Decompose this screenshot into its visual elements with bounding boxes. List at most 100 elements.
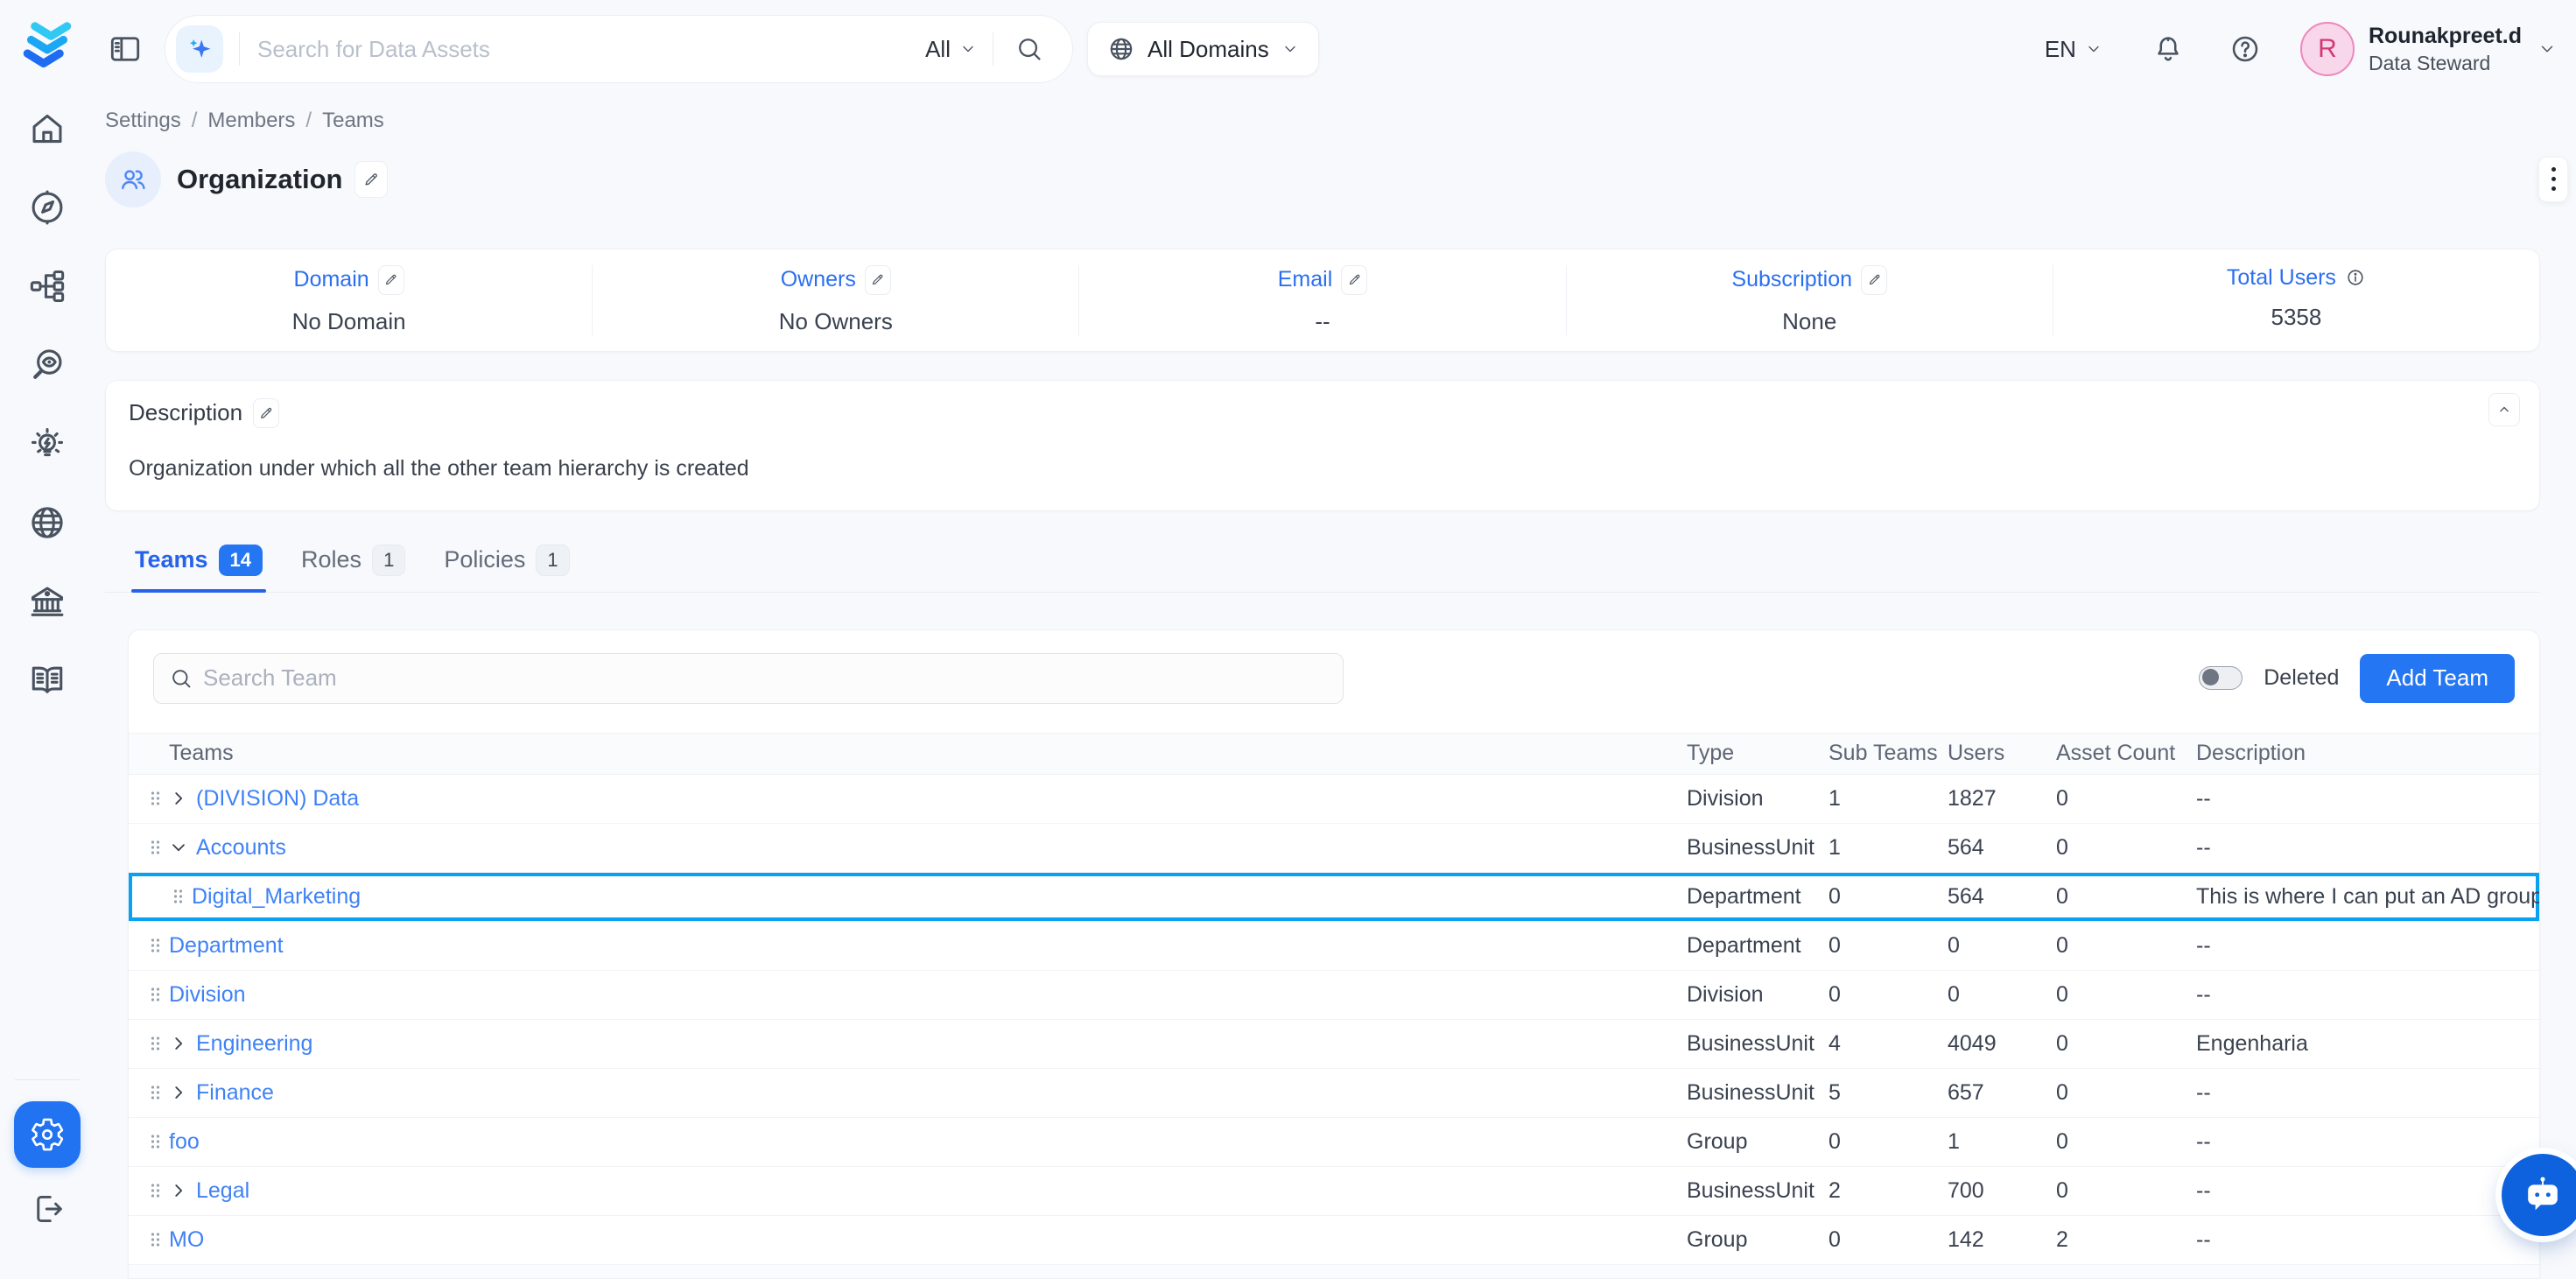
expand-chevron-icon[interactable] bbox=[169, 1034, 188, 1053]
info-icon bbox=[2345, 267, 2366, 288]
sidebar-item-hierarchy[interactable] bbox=[27, 266, 67, 306]
sidebar-item-home[interactable] bbox=[27, 109, 67, 149]
edit-title-button[interactable] bbox=[354, 161, 388, 198]
team-sub-teams: 0 bbox=[1807, 1129, 1927, 1155]
sidebar-item-settings[interactable] bbox=[14, 1101, 81, 1168]
teams-panel: Deleted Add Team TeamsTypeSub TeamsUsers… bbox=[128, 629, 2540, 1279]
all-domains-dropdown[interactable]: All Domains bbox=[1087, 22, 1319, 76]
team-link[interactable]: Division bbox=[169, 982, 246, 1008]
team-sub-teams: 0 bbox=[1807, 884, 1927, 910]
sidebar-item-explore[interactable] bbox=[27, 187, 67, 228]
tab-count-badge: 1 bbox=[372, 545, 405, 576]
team-description: -- bbox=[2175, 1129, 2539, 1155]
expand-chevron-icon[interactable] bbox=[169, 789, 188, 808]
team-description: -- bbox=[2175, 982, 2539, 1008]
team-asset-count: 2 bbox=[2035, 1227, 2175, 1253]
team-link[interactable]: Engineering bbox=[196, 1031, 312, 1057]
divider bbox=[239, 32, 240, 66]
team-type: Department bbox=[1666, 933, 1807, 959]
team-search-input[interactable] bbox=[153, 653, 1344, 704]
breadcrumb-separator: / bbox=[192, 109, 198, 133]
tab-label: Policies bbox=[444, 546, 525, 573]
sidebar-nav bbox=[27, 109, 67, 700]
chevron-down-icon[interactable] bbox=[2537, 39, 2557, 59]
drag-handle-icon[interactable] bbox=[150, 1182, 161, 1199]
expand-chevron-icon[interactable] bbox=[169, 1083, 188, 1102]
drag-handle-icon[interactable] bbox=[150, 790, 161, 807]
edit-description-button[interactable] bbox=[253, 398, 279, 428]
logout-button[interactable] bbox=[27, 1189, 67, 1229]
add-team-button[interactable]: Add Team bbox=[2360, 654, 2515, 703]
team-link[interactable]: Legal bbox=[196, 1178, 249, 1204]
chatbot-button[interactable] bbox=[2502, 1154, 2576, 1236]
team-asset-count: 0 bbox=[2035, 884, 2175, 910]
drag-handle-icon[interactable] bbox=[172, 888, 184, 905]
drag-handle-icon[interactable] bbox=[150, 1133, 161, 1150]
team-asset-count: 0 bbox=[2035, 835, 2175, 861]
logout-icon bbox=[28, 1190, 67, 1228]
sidebar-item-govern[interactable] bbox=[27, 581, 67, 622]
team-link[interactable]: Finance bbox=[196, 1080, 274, 1106]
user-info[interactable]: Rounakpreet.d Data Steward bbox=[2369, 24, 2522, 74]
tab-roles[interactable]: Roles 1 bbox=[298, 539, 409, 592]
drag-handle-icon[interactable] bbox=[150, 1084, 161, 1101]
tab-policies[interactable]: Policies 1 bbox=[440, 539, 572, 592]
sidebar-item-glossary[interactable] bbox=[27, 660, 67, 700]
teams-table: TeamsTypeSub TeamsUsersAsset CountDescri… bbox=[129, 733, 2539, 1279]
breadcrumb-item-teams[interactable]: Teams bbox=[322, 109, 384, 133]
drag-handle-icon[interactable] bbox=[150, 839, 161, 856]
search-scope-dropdown[interactable]: All bbox=[925, 36, 977, 63]
table-header: TeamsTypeSub TeamsUsersAsset CountDescri… bbox=[129, 733, 2539, 775]
drag-handle-icon[interactable] bbox=[150, 937, 161, 954]
stat-edit-button[interactable] bbox=[378, 265, 404, 295]
ai-search-button[interactable] bbox=[176, 25, 223, 73]
team-users: 564 bbox=[1927, 884, 2035, 910]
column-header: Users bbox=[1927, 741, 2035, 766]
drag-handle-icon[interactable] bbox=[150, 1231, 161, 1248]
sidebar-bottom bbox=[0, 1079, 95, 1233]
team-link[interactable]: foo bbox=[169, 1129, 200, 1155]
sidebar-item-observability[interactable] bbox=[27, 345, 67, 385]
search-submit-button[interactable] bbox=[1009, 29, 1049, 69]
expand-chevron-icon[interactable] bbox=[169, 1181, 188, 1200]
team-link[interactable]: Accounts bbox=[196, 835, 286, 861]
sidebar-toggle-button[interactable] bbox=[105, 29, 145, 69]
user-avatar[interactable]: R bbox=[2300, 22, 2355, 76]
team-link[interactable]: Department bbox=[169, 933, 284, 959]
breadcrumb-item-members[interactable]: Members bbox=[207, 109, 295, 133]
sidebar-divider bbox=[15, 1079, 80, 1080]
help-button[interactable] bbox=[2225, 29, 2265, 69]
tab-teams[interactable]: Teams 14 bbox=[131, 539, 266, 592]
globe-icon bbox=[27, 502, 67, 543]
column-header: Description bbox=[2175, 741, 2539, 766]
more-options-button[interactable] bbox=[2538, 157, 2568, 202]
lightbulb-icon bbox=[27, 424, 67, 464]
breadcrumb-item-settings[interactable]: Settings bbox=[105, 109, 181, 133]
drag-handle-icon[interactable] bbox=[150, 986, 161, 1003]
global-search-input[interactable] bbox=[256, 35, 925, 64]
notifications-button[interactable] bbox=[2148, 29, 2188, 69]
team-link[interactable]: Digital_Marketing bbox=[192, 884, 361, 910]
language-dropdown[interactable]: EN bbox=[2045, 36, 2102, 63]
stat-edit-button[interactable] bbox=[865, 265, 891, 295]
team-type: Group bbox=[1666, 1227, 1807, 1253]
stat-item: Domain No Domain bbox=[106, 265, 592, 335]
drag-handle-icon[interactable] bbox=[150, 1035, 161, 1052]
team-link[interactable]: (DIVISION) Data bbox=[196, 786, 359, 812]
pencil-icon bbox=[1867, 272, 1882, 287]
sidebar-item-insights[interactable] bbox=[27, 424, 67, 464]
sidebar-item-domains[interactable] bbox=[27, 502, 67, 543]
expand-chevron-icon[interactable] bbox=[169, 838, 188, 857]
column-header: Teams bbox=[129, 741, 1666, 766]
collapse-description-button[interactable] bbox=[2488, 393, 2520, 426]
team-type: BusinessUnit bbox=[1666, 835, 1807, 861]
language-label: EN bbox=[2045, 36, 2076, 63]
chevron-down-icon bbox=[1281, 40, 1299, 58]
deleted-toggle[interactable] bbox=[2199, 666, 2243, 690]
app-logo[interactable] bbox=[18, 18, 77, 77]
team-description: -- bbox=[2175, 786, 2539, 812]
stat-edit-button[interactable] bbox=[1861, 265, 1887, 295]
team-link[interactable]: MO bbox=[169, 1227, 204, 1253]
team-description: This is where I can put an AD groupLink bbox=[2175, 884, 2540, 910]
stat-edit-button[interactable] bbox=[1341, 265, 1367, 295]
